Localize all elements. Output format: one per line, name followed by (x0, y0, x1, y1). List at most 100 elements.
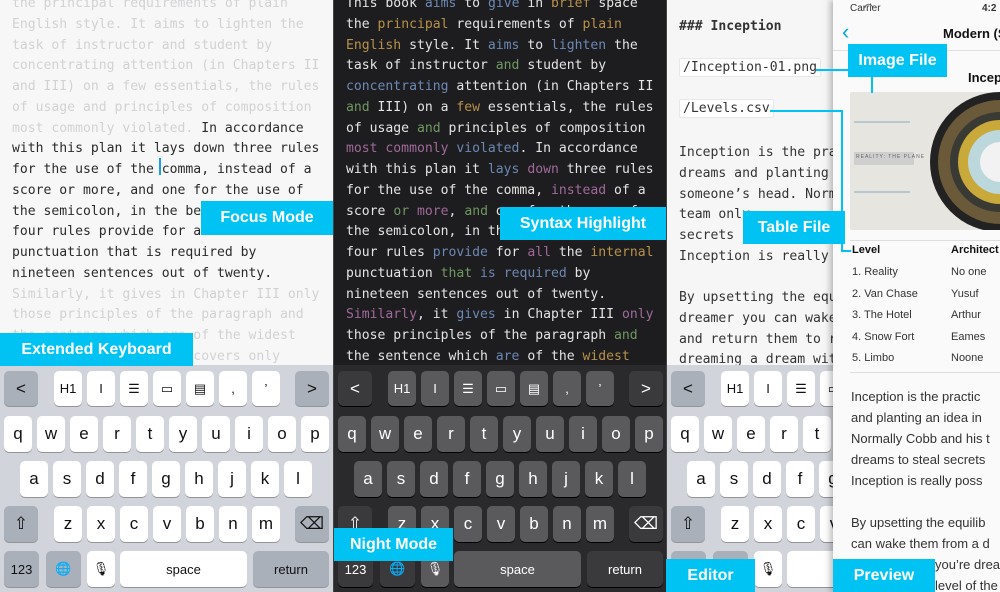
key-i[interactable]: i (235, 416, 263, 452)
key-m[interactable]: m (586, 506, 614, 542)
key-q[interactable]: q (338, 416, 366, 452)
image-insert-key[interactable]: ▭ (487, 371, 515, 406)
list-key[interactable]: ☰ (454, 371, 482, 406)
key-y[interactable]: y (169, 416, 197, 452)
key-o[interactable]: o (268, 416, 296, 452)
key-n[interactable]: n (553, 506, 581, 542)
key-s[interactable]: s (387, 461, 415, 497)
key-a[interactable]: a (20, 461, 48, 497)
chevron-left-key[interactable]: < (338, 371, 372, 406)
key-c[interactable]: c (454, 506, 482, 542)
table-file-reference[interactable]: /Levels.csv (679, 99, 774, 118)
apostrophe-key[interactable]: ’ (586, 371, 614, 406)
return-key[interactable]: return (587, 551, 663, 587)
heading-key[interactable]: H1 (54, 371, 82, 406)
globe-key[interactable]: 🌐 (46, 551, 81, 587)
key-u[interactable]: u (536, 416, 564, 452)
image-file-reference[interactable]: /Inception-01.png (679, 58, 822, 77)
dictation-key[interactable]: 🎙 (754, 551, 782, 587)
key-t[interactable]: t (136, 416, 164, 452)
key-k[interactable]: k (251, 461, 279, 497)
chevron-left-key[interactable]: < (671, 371, 705, 406)
key-p[interactable]: p (635, 416, 663, 452)
chevron-right-key[interactable]: > (629, 371, 663, 406)
key-n[interactable]: n (219, 506, 247, 542)
key-g[interactable]: g (152, 461, 180, 497)
key-q[interactable]: q (4, 416, 32, 452)
table-insert-key[interactable]: ▤ (186, 371, 214, 406)
delete-key[interactable]: ⌫ (629, 506, 663, 542)
key-r[interactable]: r (437, 416, 465, 452)
key-a[interactable]: a (687, 461, 715, 497)
key-k[interactable]: k (585, 461, 613, 497)
key-j[interactable]: j (552, 461, 580, 497)
return-key[interactable]: return (253, 551, 329, 587)
key-f[interactable]: f (786, 461, 814, 497)
key-u[interactable]: u (202, 416, 230, 452)
key-s[interactable]: s (720, 461, 748, 497)
list-key[interactable]: ☰ (787, 371, 815, 406)
key-s[interactable]: s (53, 461, 81, 497)
key-l[interactable]: l (284, 461, 312, 497)
key-f[interactable]: f (453, 461, 481, 497)
key-r[interactable]: r (770, 416, 798, 452)
italic-key[interactable]: I (421, 371, 449, 406)
key-d[interactable]: d (753, 461, 781, 497)
space-key[interactable]: space (454, 551, 581, 587)
key-f[interactable]: f (119, 461, 147, 497)
key-z[interactable]: z (54, 506, 82, 542)
key-o[interactable]: o (602, 416, 630, 452)
key-t[interactable]: t (470, 416, 498, 452)
focus-mode-editor[interactable]: the principal requirements of plain Engli… (12, 0, 319, 368)
key-i[interactable]: i (569, 416, 597, 452)
key-t[interactable]: t (803, 416, 831, 452)
italic-key[interactable]: I (754, 371, 782, 406)
list-key[interactable]: ☰ (120, 371, 148, 406)
comma-key[interactable]: , (553, 371, 581, 406)
numbers-key[interactable]: 123 (4, 551, 39, 587)
space-key[interactable]: space (120, 551, 247, 587)
key-r[interactable]: r (103, 416, 131, 452)
key-b[interactable]: b (520, 506, 548, 542)
key-d[interactable]: d (420, 461, 448, 497)
key-l[interactable]: l (618, 461, 646, 497)
heading-key[interactable]: H1 (388, 371, 416, 406)
comma-key[interactable]: , (219, 371, 247, 406)
key-x[interactable]: x (87, 506, 115, 542)
table-insert-key[interactable]: ▤ (520, 371, 548, 406)
chevron-left-key[interactable]: < (4, 371, 38, 406)
dictation-key[interactable]: 🎙 (87, 551, 115, 587)
key-e[interactable]: e (737, 416, 765, 452)
key-c[interactable]: c (787, 506, 815, 542)
key-v[interactable]: v (487, 506, 515, 542)
key-v[interactable]: v (153, 506, 181, 542)
key-w[interactable]: w (704, 416, 732, 452)
heading-key[interactable]: H1 (721, 371, 749, 406)
key-j[interactable]: j (218, 461, 246, 497)
key-q[interactable]: q (671, 416, 699, 452)
key-a[interactable]: a (354, 461, 382, 497)
key-e[interactable]: e (404, 416, 432, 452)
image-insert-key[interactable]: ▭ (153, 371, 181, 406)
key-b[interactable]: b (186, 506, 214, 542)
italic-key[interactable]: I (87, 371, 115, 406)
apostrophe-key[interactable]: ’ (252, 371, 280, 406)
key-h[interactable]: h (519, 461, 547, 497)
key-d[interactable]: d (86, 461, 114, 497)
key-c[interactable]: c (120, 506, 148, 542)
key-y[interactable]: y (503, 416, 531, 452)
key-w[interactable]: w (37, 416, 65, 452)
key-h[interactable]: h (185, 461, 213, 497)
shift-key[interactable]: ⇧ (4, 506, 38, 542)
syntax-highlight-editor[interactable]: This book aims to give in brief space the… (346, 0, 654, 368)
back-chevron-icon[interactable]: ‹ (842, 19, 849, 45)
key-e[interactable]: e (70, 416, 98, 452)
key-z[interactable]: z (721, 506, 749, 542)
shift-key[interactable]: ⇧ (671, 506, 705, 542)
key-x[interactable]: x (754, 506, 782, 542)
key-g[interactable]: g (486, 461, 514, 497)
chevron-right-key[interactable]: > (295, 371, 329, 406)
key-w[interactable]: w (371, 416, 399, 452)
delete-key[interactable]: ⌫ (295, 506, 329, 542)
key-m[interactable]: m (252, 506, 280, 542)
